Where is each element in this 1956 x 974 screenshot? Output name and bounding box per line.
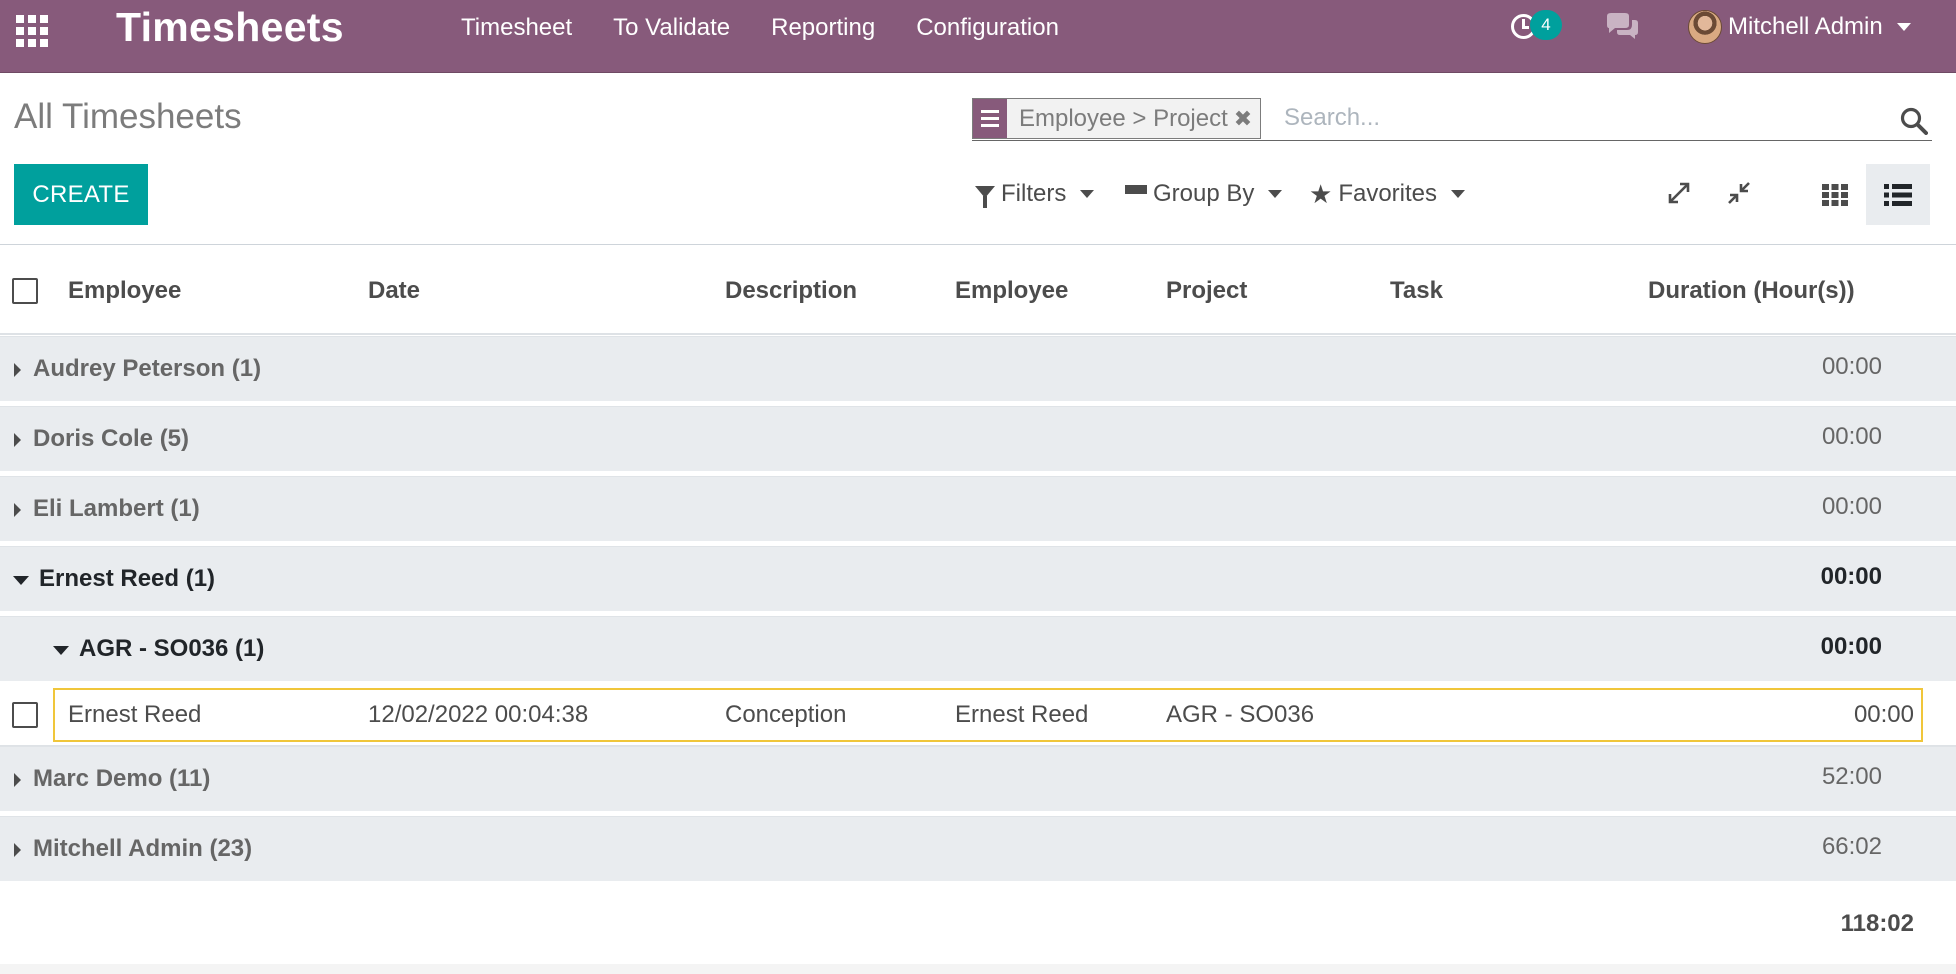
groupby-facet-icon	[973, 99, 1007, 138]
groupby-icon	[1125, 185, 1147, 203]
menu-reporting[interactable]: Reporting	[771, 13, 875, 43]
group-row[interactable]: Doris Cole (5) 00:00	[0, 406, 1956, 472]
column-task[interactable]: Task	[1390, 277, 1443, 305]
cell-description[interactable]: Conception	[725, 701, 846, 729]
user-name: Mitchell Admin	[1728, 13, 1883, 40]
avatar	[1688, 10, 1722, 44]
group-total: 00:00	[1821, 353, 1882, 380]
caret-right-icon	[14, 433, 21, 447]
caret-down-icon	[13, 576, 29, 585]
control-panel: All Timesheets Employee > Project ✖ CREA…	[0, 73, 1956, 245]
search-bar: Employee > Project ✖	[972, 95, 1932, 141]
caret-down-icon	[1268, 190, 1283, 198]
group-total: 00:00	[1821, 493, 1882, 520]
facet-label: Employee > Project	[1019, 104, 1228, 132]
table-header: Employee Date Description Employee Proje…	[0, 245, 1956, 335]
top-navbar: Timesheets Timesheet To Validate Reporti…	[0, 0, 1956, 73]
timesheet-list: Employee Date Description Employee Proje…	[0, 245, 1956, 974]
cell-employee[interactable]: Ernest Reed	[68, 701, 201, 729]
search-facet: Employee > Project ✖	[972, 98, 1262, 139]
cell-duration[interactable]: 00:00	[1854, 701, 1914, 729]
caret-right-icon	[14, 843, 21, 857]
group-row[interactable]: Mitchell Admin (23) 66:02	[0, 816, 1956, 882]
create-button[interactable]: CREATE	[14, 164, 148, 225]
favorites-dropdown[interactable]: ★ Favorites	[1309, 177, 1466, 211]
star-icon: ★	[1309, 179, 1333, 209]
user-menu[interactable]: Mitchell Admin	[1688, 8, 1911, 46]
caret-down-icon	[53, 646, 69, 655]
group-name: Audrey Peterson (1)	[33, 355, 262, 382]
filter-icon	[975, 186, 995, 208]
footer-strip	[0, 964, 1956, 974]
group-total: 00:00	[1821, 423, 1882, 450]
group-name: Ernest Reed (1)	[39, 565, 216, 592]
cell-date[interactable]: 12/02/2022 00:04:38	[368, 701, 588, 729]
group-total: 52:00	[1821, 763, 1882, 790]
main-menu: Timesheet To Validate Reporting Configur…	[461, 13, 1100, 43]
group-total: 00:00	[1820, 563, 1882, 590]
group-row-expanded[interactable]: Ernest Reed (1) 00:00	[0, 546, 1956, 612]
remove-facet-icon[interactable]: ✖	[1234, 106, 1260, 132]
column-description[interactable]: Description	[725, 277, 857, 305]
table-row[interactable]: Ernest Reed 12/02/2022 00:04:38 Concepti…	[0, 684, 1956, 746]
group-row[interactable]: Marc Demo (11) 52:00	[0, 746, 1956, 812]
grid-icon	[1822, 183, 1848, 206]
list-icon	[1884, 183, 1912, 206]
cell-project[interactable]: AGR - SO036	[1166, 701, 1314, 729]
caret-down-icon	[1451, 190, 1466, 198]
favorites-label: Favorites	[1338, 180, 1438, 207]
row-checkbox[interactable]	[12, 702, 38, 728]
breadcrumb: All Timesheets	[14, 97, 242, 136]
kanban-view-button[interactable]	[1803, 164, 1867, 225]
app-title[interactable]: Timesheets	[116, 4, 344, 51]
chevron-down-icon	[1896, 23, 1911, 31]
group-name: Mitchell Admin (23)	[33, 835, 253, 862]
expand-all-icon[interactable]	[1657, 171, 1701, 215]
grand-total: 118:02	[1840, 910, 1914, 937]
activity-count-badge: 4	[1530, 10, 1562, 40]
caret-right-icon	[14, 773, 21, 787]
chat-icon[interactable]	[1604, 12, 1640, 42]
filters-label: Filters	[1001, 180, 1067, 207]
subgroup-total: 00:00	[1820, 633, 1882, 660]
group-name: Doris Cole (5)	[33, 425, 190, 452]
column-employee[interactable]: Employee	[68, 277, 181, 305]
subgroup-name: AGR - SO036 (1)	[79, 635, 265, 662]
select-all-checkbox[interactable]	[12, 278, 38, 304]
groupby-dropdown[interactable]: Group By	[1125, 177, 1283, 211]
group-row[interactable]: Audrey Peterson (1) 00:00	[0, 336, 1956, 402]
column-date[interactable]: Date	[368, 277, 420, 305]
menu-to-validate[interactable]: To Validate	[613, 13, 730, 43]
menu-timesheet[interactable]: Timesheet	[461, 13, 572, 43]
group-name: Eli Lambert (1)	[33, 495, 200, 522]
column-duration[interactable]: Duration (Hour(s))	[1648, 277, 1855, 305]
collapse-all-icon[interactable]	[1717, 171, 1761, 215]
menu-configuration[interactable]: Configuration	[916, 13, 1059, 43]
search-input[interactable]	[1284, 101, 1864, 135]
groupby-label: Group By	[1153, 180, 1255, 207]
group-total: 66:02	[1821, 833, 1882, 860]
caret-right-icon	[14, 363, 21, 377]
group-row[interactable]: Eli Lambert (1) 00:00	[0, 476, 1956, 542]
column-employee-2[interactable]: Employee	[955, 277, 1068, 305]
caret-right-icon	[14, 503, 21, 517]
list-view-button[interactable]	[1866, 164, 1930, 225]
cell-employee-2[interactable]: Ernest Reed	[955, 701, 1088, 729]
filters-dropdown[interactable]: Filters	[975, 177, 1095, 211]
search-icon[interactable]	[1900, 107, 1928, 135]
group-name: Marc Demo (11)	[33, 765, 211, 792]
activity-button[interactable]: 4	[1509, 10, 1565, 44]
column-project[interactable]: Project	[1166, 277, 1247, 305]
apps-menu-icon[interactable]	[13, 12, 51, 50]
caret-down-icon	[1080, 190, 1095, 198]
subgroup-row-expanded[interactable]: AGR - SO036 (1) 00:00	[0, 616, 1956, 682]
